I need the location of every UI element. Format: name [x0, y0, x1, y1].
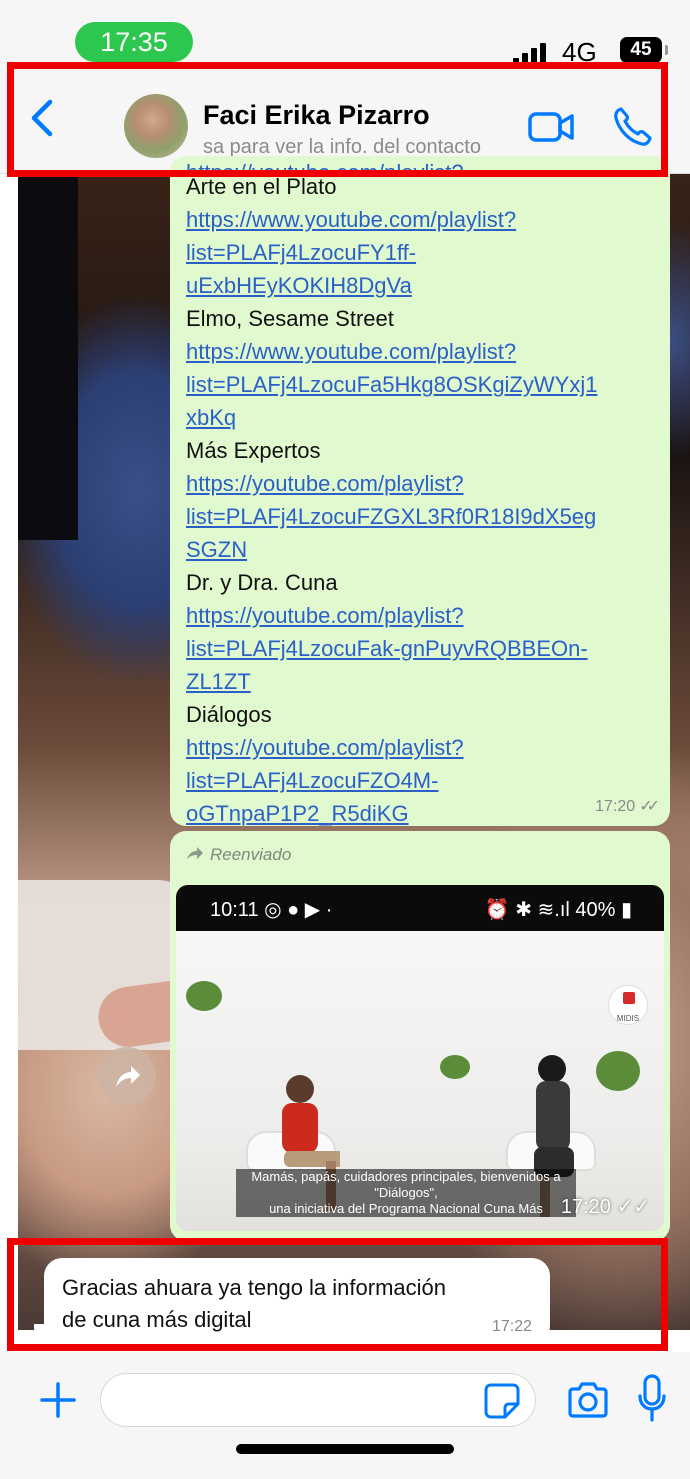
share-forward-button[interactable] [98, 1047, 156, 1105]
sticker-icon[interactable] [483, 1382, 521, 1420]
thumbnail-status-right: ⏰ ✱ ≋.ıl 40% ▮ [484, 899, 632, 921]
camera-icon[interactable] [566, 1380, 610, 1420]
double-check-icon: ✓✓ [639, 798, 660, 815]
subtitle-line: Mamás, papás, cuidadores principales, bi… [251, 1169, 561, 1200]
message-link[interactable]: list=PLAFj4LzocuFak-gnPuyvRQBBEOn- [186, 632, 666, 665]
message-link[interactable]: ZL1ZT [186, 665, 666, 698]
message-timestamp: 17:22 [491, 1318, 532, 1335]
thumbnail-clock: 10:11 [210, 899, 259, 921]
plant-decoration [596, 1051, 640, 1091]
message-link[interactable]: SGZN [186, 533, 666, 566]
forwarded-text: Reenviado [210, 845, 292, 864]
message-link[interactable]: https://www.youtube.com/playlist? [186, 203, 666, 236]
message-line: Más Expertos [186, 438, 321, 463]
phone-call-icon[interactable] [612, 106, 652, 148]
message-link[interactable]: list=PLAFj4LzocuFa5Hkg8OSKgiZyWYxj1 [186, 368, 666, 401]
outgoing-message-links[interactable]: https://youtube.com/playlist? Arte en el… [170, 156, 670, 826]
message-line: Gracias ahuara ya tengo la información [62, 1275, 446, 1300]
video-subtitle: Mamás, papás, cuidadores principales, bi… [236, 1169, 576, 1217]
message-text: https://youtube.com/playlist? Arte en el… [186, 160, 666, 826]
thumbnail-status-bar: 10:11 ◎ ● ▶ · ⏰ ✱ ≋.ıl 40% ▮ [176, 885, 664, 931]
message-text: Gracias ahuara ya tengo la información d… [62, 1272, 532, 1336]
message-link[interactable]: https://youtube.com/playlist? [186, 731, 666, 764]
contact-avatar[interactable] [124, 94, 188, 158]
message-line: Diálogos [186, 702, 272, 727]
plant-decoration [186, 981, 222, 1011]
subtitle-line: una iniciativa del Programa Nacional Cun… [269, 1201, 543, 1216]
video-thumbnail[interactable]: 10:11 ◎ ● ▶ · ⏰ ✱ ≋.ıl 40% ▮ MIDIS Mamás… [176, 885, 664, 1231]
incoming-message[interactable]: Gracias ahuara ya tengo la información d… [44, 1258, 550, 1344]
message-line: Arte en el Plato [186, 174, 337, 199]
outgoing-message-video[interactable]: Reenviado 10:11 ◎ ● ▶ · ⏰ ✱ ≋.ıl 40% ▮ M… [170, 831, 670, 1241]
wallpaper-shadow [18, 160, 78, 540]
home-indicator [236, 1444, 454, 1454]
message-link[interactable]: list=PLAFj4LzocuFZGXL3Rf0R18I9dX5eg [186, 500, 666, 533]
video-call-icon[interactable] [528, 110, 574, 144]
message-link[interactable]: https://www.youtube.com/playlist? [186, 335, 666, 368]
message-link[interactable]: https://youtube.com/playlist? [186, 599, 666, 632]
contact-name[interactable]: Faci Erika Pizarro [203, 100, 430, 131]
message-line: Dr. y Dra. Cuna [186, 570, 338, 595]
message-link[interactable]: list=PLAFj4LzocuFY1ff- [186, 236, 666, 269]
thumbnail-battery: 40% [575, 899, 616, 921]
message-link[interactable]: uExbHEyKOKIH8DgVa [186, 269, 666, 302]
thumbnail-time: 10:11 ◎ ● ▶ · [210, 899, 333, 921]
message-input[interactable] [100, 1373, 536, 1427]
plant-decoration [440, 1055, 470, 1079]
message-link[interactable]: xbKq [186, 401, 666, 434]
microphone-icon[interactable] [637, 1374, 667, 1424]
message-input-bar [0, 1352, 690, 1479]
status-bar: 17:35 4G 45 [0, 0, 690, 67]
plus-icon[interactable] [40, 1382, 76, 1418]
message-link[interactable]: oGTnpaP1P2_R5diKG [186, 797, 666, 826]
status-time: 17:35 [75, 22, 193, 62]
message-line: Elmo, Sesame Street [186, 306, 394, 331]
battery-icon: 45 [620, 37, 668, 63]
video-scene: MIDIS Mamás, papás, cuidadores principal… [176, 931, 664, 1231]
back-chevron-icon[interactable] [26, 96, 60, 140]
message-timestamp: 17:20 ✓✓ [595, 796, 660, 816]
message-line: de cuna más digital [62, 1307, 252, 1332]
midis-logo: MIDIS [608, 985, 648, 1025]
message-link[interactable]: https://youtube.com/playlist? [186, 467, 666, 500]
message-time: 17:20 [595, 798, 636, 815]
message-timestamp: 17:20 ✓✓ [560, 1196, 650, 1218]
forwarded-label: Reenviado [186, 845, 291, 865]
message-link[interactable]: list=PLAFj4LzocuFZO4M- [186, 764, 666, 797]
message-link-partial[interactable]: https://youtube.com/playlist? [186, 156, 666, 170]
message-time: 17:20 [560, 1196, 611, 1218]
forward-arrow-icon [187, 847, 203, 859]
share-arrow-icon [116, 1066, 140, 1087]
